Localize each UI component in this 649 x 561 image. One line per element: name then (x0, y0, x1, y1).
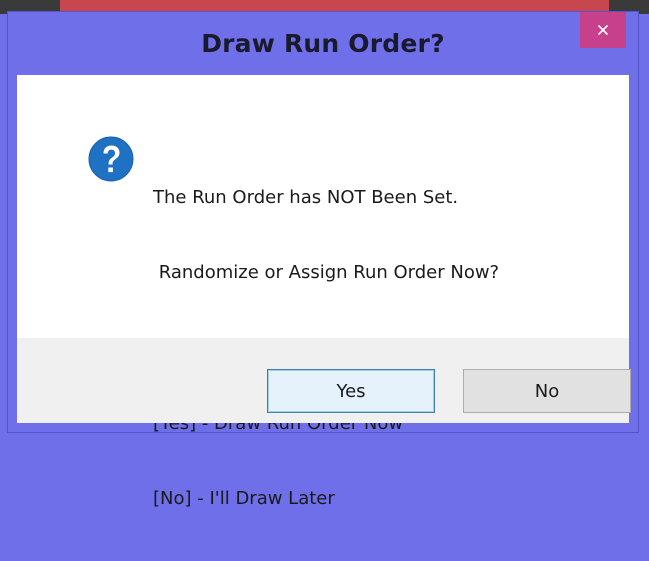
close-icon (597, 24, 609, 36)
yes-button[interactable]: Yes (267, 369, 435, 413)
close-button[interactable] (580, 12, 626, 48)
message-line: [No] - I'll Draw Later (153, 488, 335, 509)
dialog-title: Draw Run Order? (201, 29, 445, 58)
message-line: The Run Order has NOT Been Set. (153, 187, 459, 208)
message-line: Randomize or Assign Run Order Now? (153, 262, 500, 283)
title-bar[interactable]: Draw Run Order? (8, 12, 638, 75)
dialog-window: Draw Run Order? The Run Order has NOT Be… (8, 12, 638, 509)
question-icon (88, 136, 134, 182)
dialog-content: The Run Order has NOT Been Set. Randomiz… (17, 75, 631, 509)
no-button[interactable]: No (463, 369, 631, 413)
button-bar: Yes No (17, 338, 631, 423)
